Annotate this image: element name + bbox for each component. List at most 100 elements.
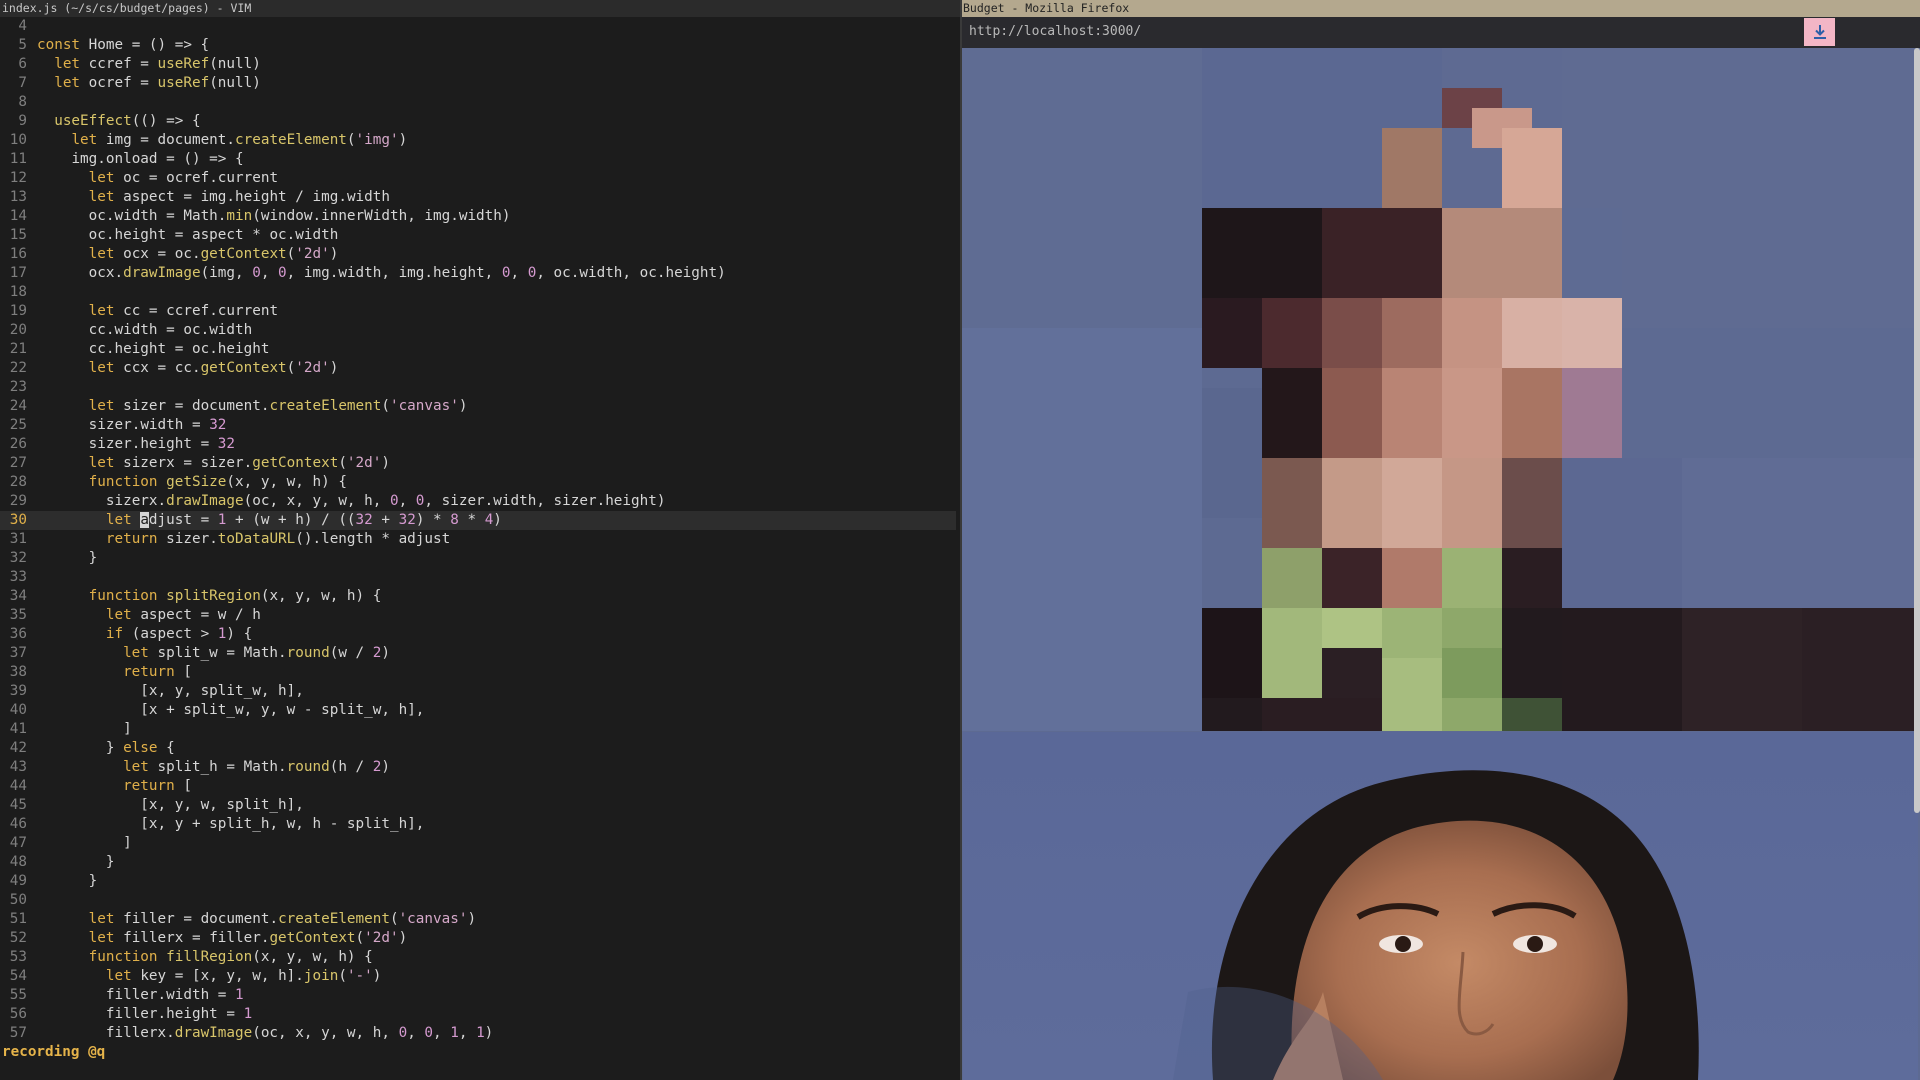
url-text[interactable]: http://localhost:3000/ <box>969 24 1141 39</box>
code-text[interactable]: oc.height = aspect * oc.width <box>37 227 339 243</box>
code-line[interactable]: 39 [x, y, split_w, h], <box>0 682 956 701</box>
code-line[interactable]: 10 let img = document.createElement('img… <box>0 131 956 150</box>
code-line[interactable]: 26 sizer.height = 32 <box>0 435 956 454</box>
code-text[interactable]: const Home = () => { <box>37 37 209 53</box>
code-text[interactable]: let cc = ccref.current <box>37 303 278 319</box>
code-text[interactable]: let ocx = oc.getContext('2d') <box>37 246 339 262</box>
code-text[interactable]: let split_h = Math.round(h / 2) <box>37 759 390 775</box>
code-text[interactable]: ] <box>37 835 132 851</box>
code-line[interactable]: 53 function fillRegion(x, y, w, h) { <box>0 948 956 967</box>
code-text[interactable]: } <box>37 854 115 870</box>
code-text[interactable]: } <box>37 550 98 566</box>
code-line[interactable]: 4 <box>0 17 956 36</box>
code-text[interactable]: let filler = document.createElement('can… <box>37 911 476 927</box>
code-text[interactable]: function splitRegion(x, y, w, h) { <box>37 588 382 604</box>
code-line[interactable]: 24 let sizer = document.createElement('c… <box>0 397 956 416</box>
code-line[interactable]: 12 let oc = ocref.current <box>0 169 956 188</box>
code-line[interactable]: 6 let ccref = useRef(null) <box>0 55 956 74</box>
code-text[interactable]: sizer.width = 32 <box>37 417 227 433</box>
code-line[interactable]: 16 let ocx = oc.getContext('2d') <box>0 245 956 264</box>
code-text[interactable]: [x + split_w, y, w - split_w, h], <box>37 702 424 718</box>
code-line[interactable]: 19 let cc = ccref.current <box>0 302 956 321</box>
code-line[interactable]: 21 cc.height = oc.height <box>0 340 956 359</box>
code-text[interactable]: let img = document.createElement('img') <box>37 132 407 148</box>
code-line[interactable]: 15 oc.height = aspect * oc.width <box>0 226 956 245</box>
code-line[interactable]: 52 let fillerx = filler.getContext('2d') <box>0 929 956 948</box>
code-line[interactable]: 32 } <box>0 549 956 568</box>
code-line[interactable]: 29 sizerx.drawImage(oc, x, y, w, h, 0, 0… <box>0 492 956 511</box>
code-text[interactable]: ocx.drawImage(img, 0, 0, img.width, img.… <box>37 265 726 281</box>
code-line[interactable]: 34 function splitRegion(x, y, w, h) { <box>0 587 956 606</box>
code-text[interactable]: return sizer.toDataURL().length * adjust <box>37 531 450 547</box>
code-line[interactable]: 7 let ocref = useRef(null) <box>0 74 956 93</box>
code-text[interactable]: let oc = ocref.current <box>37 170 278 186</box>
code-line[interactable]: 47 ] <box>0 834 956 853</box>
code-line[interactable]: 50 <box>0 891 956 910</box>
code-text[interactable]: function fillRegion(x, y, w, h) { <box>37 949 373 965</box>
code-line[interactable]: 8 <box>0 93 956 112</box>
code-text[interactable]: [x, y, w, split_h], <box>37 797 304 813</box>
code-text[interactable]: let adjust = 1 + (w + h) / ((32 + 32) * … <box>37 512 502 528</box>
code-line[interactable]: 5 const Home = () => { <box>0 36 956 55</box>
code-line[interactable]: 23 <box>0 378 956 397</box>
code-line[interactable]: 41 ] <box>0 720 956 739</box>
code-text[interactable]: oc.width = Math.min(window.innerWidth, i… <box>37 208 511 224</box>
code-text[interactable]: sizer.height = 32 <box>37 436 235 452</box>
code-text[interactable]: ] <box>37 721 132 737</box>
code-text[interactable]: let ccx = cc.getContext('2d') <box>37 360 339 376</box>
code-line[interactable]: 9 useEffect(() => { <box>0 112 956 131</box>
code-line[interactable]: 36 if (aspect > 1) { <box>0 625 956 644</box>
code-line[interactable]: 51 let filler = document.createElement('… <box>0 910 956 929</box>
code-line[interactable]: 22 let ccx = cc.getContext('2d') <box>0 359 956 378</box>
code-text[interactable]: let sizer = document.createElement('canv… <box>37 398 468 414</box>
code-line[interactable]: 57 fillerx.drawImage(oc, x, y, w, h, 0, … <box>0 1024 956 1043</box>
code-text[interactable]: sizerx.drawImage(oc, x, y, w, h, 0, 0, s… <box>37 493 666 509</box>
code-line[interactable]: 48 } <box>0 853 956 872</box>
download-button[interactable] <box>1804 18 1835 46</box>
code-line[interactable]: 11 img.onload = () => { <box>0 150 956 169</box>
code-text[interactable]: return [ <box>37 778 192 794</box>
code-text[interactable]: if (aspect > 1) { <box>37 626 252 642</box>
code-editor[interactable]: 4 5 const Home = () => {6 let ccref = useR… <box>0 17 956 1043</box>
code-line[interactable]: 37 let split_w = Math.round(w / 2) <box>0 644 956 663</box>
code-line[interactable]: 20 cc.width = oc.width <box>0 321 956 340</box>
code-line[interactable]: 30 let adjust = 1 + (w + h) / ((32 + 32)… <box>0 511 956 530</box>
code-text[interactable]: let split_w = Math.round(w / 2) <box>37 645 390 661</box>
code-text[interactable]: let aspect = w / h <box>37 607 261 623</box>
scrollbar[interactable] <box>1914 48 1920 813</box>
code-text[interactable]: fillerx.drawImage(oc, x, y, w, h, 0, 0, … <box>37 1025 493 1041</box>
url-bar[interactable]: http://localhost:3000/ <box>962 17 1920 48</box>
code-text[interactable]: let fillerx = filler.getContext('2d') <box>37 930 408 946</box>
code-text[interactable]: [x, y + split_h, w, h - split_h], <box>37 816 424 832</box>
code-line[interactable]: 27 let sizerx = sizer.getContext('2d') <box>0 454 956 473</box>
code-line[interactable]: 17 ocx.drawImage(img, 0, 0, img.width, i… <box>0 264 956 283</box>
code-text[interactable]: function getSize(x, y, w, h) { <box>37 474 347 490</box>
code-line[interactable]: 46 [x, y + split_h, w, h - split_h], <box>0 815 956 834</box>
code-line[interactable]: 49 } <box>0 872 956 891</box>
code-text[interactable]: } else { <box>37 740 175 756</box>
code-line[interactable]: 55 filler.width = 1 <box>0 986 956 1005</box>
code-line[interactable]: 25 sizer.width = 32 <box>0 416 956 435</box>
code-text[interactable]: return [ <box>37 664 192 680</box>
code-line[interactable]: 35 let aspect = w / h <box>0 606 956 625</box>
code-line[interactable]: 44 return [ <box>0 777 956 796</box>
code-line[interactable]: 14 oc.width = Math.min(window.innerWidth… <box>0 207 956 226</box>
code-text[interactable]: let aspect = img.height / img.width <box>37 189 390 205</box>
code-line[interactable]: 40 [x + split_w, y, w - split_w, h], <box>0 701 956 720</box>
code-line[interactable]: 45 [x, y, w, split_h], <box>0 796 956 815</box>
code-text[interactable]: let key = [x, y, w, h].join('-') <box>37 968 382 984</box>
code-line[interactable]: 54 let key = [x, y, w, h].join('-') <box>0 967 956 986</box>
code-text[interactable]: filler.width = 1 <box>37 987 244 1003</box>
code-line[interactable]: 43 let split_h = Math.round(h / 2) <box>0 758 956 777</box>
code-text[interactable]: let sizerx = sizer.getContext('2d') <box>37 455 390 471</box>
code-text[interactable]: cc.width = oc.width <box>37 322 253 338</box>
code-text[interactable]: img.onload = () => { <box>37 151 243 167</box>
code-text[interactable]: [x, y, split_w, h], <box>37 683 304 699</box>
code-line[interactable]: 13 let aspect = img.height / img.width <box>0 188 956 207</box>
code-text[interactable]: let ocref = useRef(null) <box>37 75 261 91</box>
code-line[interactable]: 33 <box>0 568 956 587</box>
code-text[interactable]: cc.height = oc.height <box>37 341 270 357</box>
code-line[interactable]: 38 return [ <box>0 663 956 682</box>
code-line[interactable]: 28 function getSize(x, y, w, h) { <box>0 473 956 492</box>
code-line[interactable]: 18 <box>0 283 956 302</box>
